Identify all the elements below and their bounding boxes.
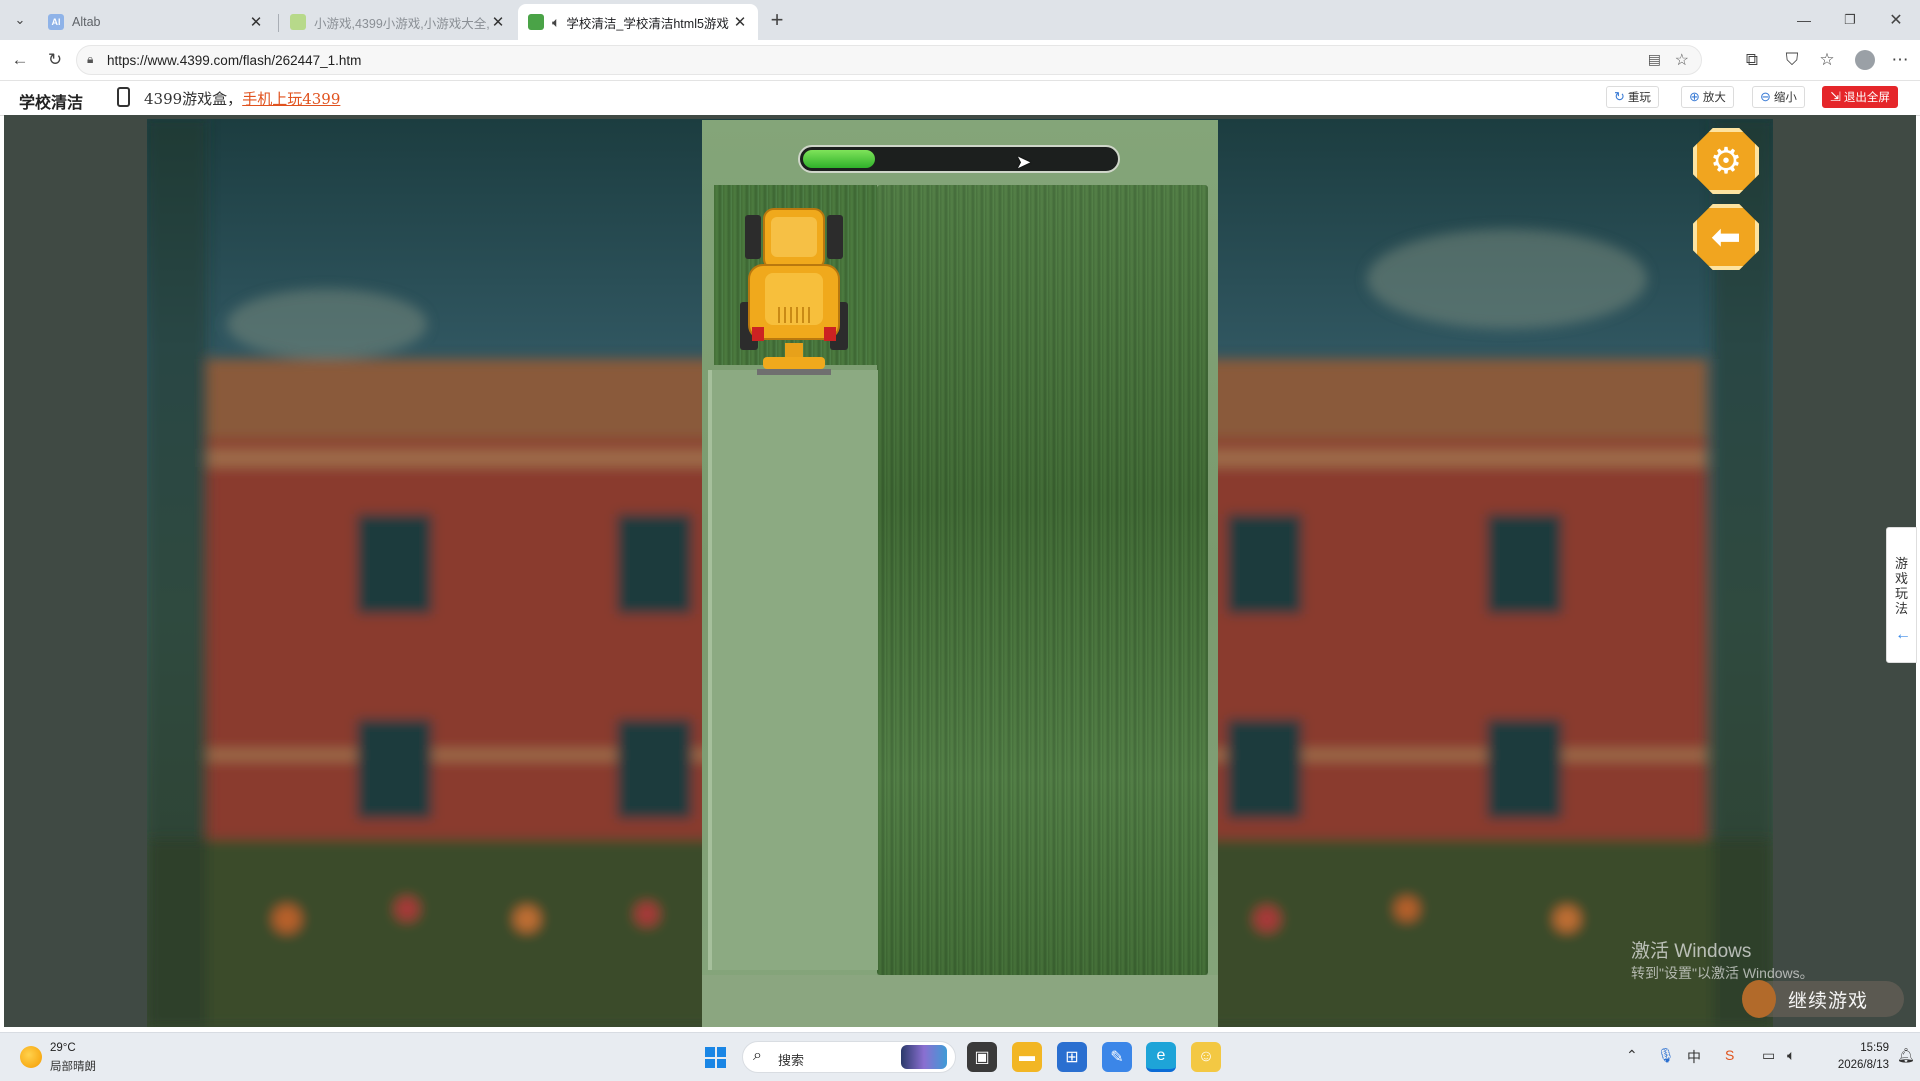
windows-start-icon[interactable] <box>705 1047 726 1068</box>
exit-fullscreen-button[interactable]: ⇲ 退出全屏 <box>1822 86 1898 108</box>
ad-text: 4399游戏盒， <box>144 90 243 108</box>
browser-essentials-icon[interactable]: ⛉ <box>1780 48 1804 72</box>
mown-grass-strip <box>708 370 878 970</box>
progress-fill <box>803 150 875 168</box>
search-icon: ⌕ <box>753 1047 762 1064</box>
game-box-ad[interactable]: 4399游戏盒，手机上玩4399 <box>144 88 340 109</box>
ad-link[interactable]: 手机上玩4399 <box>242 90 340 108</box>
game-guide-label: 游戏玩法 <box>1895 556 1909 616</box>
activation-watermark-title: 激活 Windows <box>1631 941 1752 962</box>
game-guide-tab[interactable]: 游戏玩法 ← <box>1886 527 1917 663</box>
refresh-icon[interactable]: ↻ <box>43 48 67 72</box>
game-title: 学校清洁 <box>19 95 84 112</box>
windows-taskbar: 29°C 局部晴朗 ⌕ 搜索 ▣ ▬ ⊞ ✎ e ☺ ⌃ 🎙︎ 中 S ▭ 🔈︎… <box>0 1032 1920 1081</box>
close-tab-icon[interactable]: ✕ <box>732 13 748 31</box>
close-tab-icon[interactable]: ✕ <box>490 13 506 31</box>
volume-icon[interactable]: 🔈︎ <box>1787 1047 1795 1064</box>
favorites-icon[interactable]: ☆ <box>1815 48 1839 72</box>
task-view-icon[interactable]: ▣ <box>967 1042 997 1072</box>
replay-button[interactable]: ↻ 重玩 <box>1606 86 1659 108</box>
back-arrow-icon[interactable]: ← <box>8 48 32 72</box>
extensions-icon[interactable]: ⧉ <box>1740 48 1764 72</box>
4399-icon <box>528 14 544 30</box>
zoom-in-button[interactable]: ⊕ 放大 <box>1681 86 1734 108</box>
arrow-left-icon: ← <box>1895 626 1911 643</box>
mouse-cursor-icon: ➤ <box>1016 152 1032 172</box>
mascot-icon <box>1742 980 1776 1018</box>
tab-title: 小游戏,4399小游戏,小游戏大全,双 <box>314 16 490 31</box>
clock-date[interactable]: 2026/8/13 <box>1819 1059 1889 1071</box>
browser-tab-strip: ⌄ Al Altab ✕ 小游戏,4399小游戏,小游戏大全,双 ✕ 🔈︎ 学校… <box>0 0 1920 40</box>
new-tab-plus-icon[interactable]: + <box>765 7 789 32</box>
phone-icon <box>117 87 130 107</box>
arrow-left-icon: ⬅ <box>1710 216 1742 257</box>
replay-label: 重玩 <box>1627 92 1651 104</box>
zoom-out-label: 缩小 <box>1773 92 1797 104</box>
speaker-icon[interactable]: 🔈︎ <box>552 14 560 31</box>
weather-temperature[interactable]: 29°C <box>50 1042 76 1054</box>
refresh-icon: ↻ <box>1614 89 1625 104</box>
tab-title: 学校清洁_学校清洁html5游戏 <box>566 16 729 31</box>
url-text[interactable]: https://www.4399.com/flash/262447_1.htm <box>107 53 361 68</box>
tab-4399-home[interactable]: 小游戏,4399小游戏,小游戏大全,双 ✕ <box>280 4 516 40</box>
notification-bell-icon[interactable]: 🔔︎ <box>1897 1047 1915 1064</box>
clock-time[interactable]: 15:59 <box>1833 1042 1889 1054</box>
gear-icon: ⚙ <box>1709 140 1743 181</box>
tab-school-clean[interactable]: 🔈︎ 学校清洁_学校清洁html5游戏 ✕ <box>518 4 758 40</box>
4399-icon <box>290 14 306 30</box>
activation-watermark-hint: 转到"设置"以激活 Windows。 <box>1631 965 1814 981</box>
tab-divider <box>278 14 279 32</box>
whiteboard-icon[interactable]: ✎ <box>1102 1042 1132 1072</box>
lawn-bottom-edge <box>702 975 1218 1027</box>
address-bar[interactable]: 🔒︎ https://www.4399.com/flash/262447_1.h… <box>76 45 1702 75</box>
exit-fullscreen-label: 退出全屏 <box>1843 92 1890 104</box>
network-icon[interactable]: ▭ <box>1762 1047 1775 1064</box>
zoom-in-label: 放大 <box>1702 92 1726 104</box>
weather-description[interactable]: 局部晴朗 <box>50 1058 96 1074</box>
input-method-icon[interactable]: 中 <box>1687 1047 1701 1067</box>
exit-fullscreen-icon: ⇲ <box>1830 89 1841 104</box>
weather-sun-icon[interactable] <box>20 1046 42 1068</box>
edge-browser-icon[interactable]: e <box>1146 1042 1176 1072</box>
file-explorer-icon[interactable]: ▬ <box>1012 1042 1042 1072</box>
tab-actions-chevron-icon[interactable]: ⌄ <box>8 8 32 32</box>
tab-title: Altab <box>72 15 101 29</box>
zoom-in-icon: ⊕ <box>1689 89 1700 104</box>
zoom-out-icon: ⊖ <box>1760 89 1771 104</box>
browser-toolbar: ← ↻ 🔒︎ https://www.4399.com/flash/262447… <box>0 40 1920 81</box>
lawn-mower-sprite[interactable] <box>735 207 853 383</box>
microphone-icon[interactable]: 🎙︎ <box>1657 1047 1675 1064</box>
back-button[interactable]: ⬅ <box>1693 204 1759 270</box>
show-hidden-icons-chevron-icon[interactable]: ⌃ <box>1626 1047 1638 1064</box>
close-window-icon[interactable]: ✕ <box>1884 8 1908 32</box>
search-placeholder: 搜索 <box>778 1053 805 1068</box>
favorite-star-icon[interactable]: ☆ <box>1675 50 1689 70</box>
restore-icon[interactable]: ❐ <box>1838 8 1862 32</box>
mowing-progress-bar <box>798 145 1120 173</box>
taskbar-search-box[interactable]: ⌕ 搜索 <box>742 1041 956 1073</box>
site-game-bar: 学校清洁 4399游戏盒，手机上玩4399 ↻ 重玩 ⊕ 放大 ⊖ 缩小 ⇲ 退出全屏 <box>0 81 1920 116</box>
search-highlight-image <box>901 1045 947 1069</box>
more-menu-icon[interactable]: ⋯ <box>1888 48 1912 72</box>
lock-icon[interactable]: 🔒︎ <box>87 52 93 67</box>
microsoft-store-icon[interactable]: ⊞ <box>1057 1042 1087 1072</box>
uncut-grass-area <box>877 185 1208 975</box>
settings-button[interactable]: ⚙ <box>1693 128 1759 194</box>
profile-avatar-icon[interactable] <box>1853 48 1877 72</box>
minimize-icon[interactable]: — <box>1792 8 1816 32</box>
zoom-out-button[interactable]: ⊖ 缩小 <box>1752 86 1805 108</box>
app-character-icon[interactable]: ☺ <box>1191 1042 1221 1072</box>
app-tray-icon[interactable]: S <box>1725 1047 1734 1063</box>
close-tab-icon[interactable]: ✕ <box>248 13 264 31</box>
altab-icon: Al <box>48 14 64 30</box>
reader-view-icon[interactable]: ▤ <box>1648 51 1661 68</box>
tab-altab[interactable]: Al Altab ✕ <box>38 4 274 40</box>
